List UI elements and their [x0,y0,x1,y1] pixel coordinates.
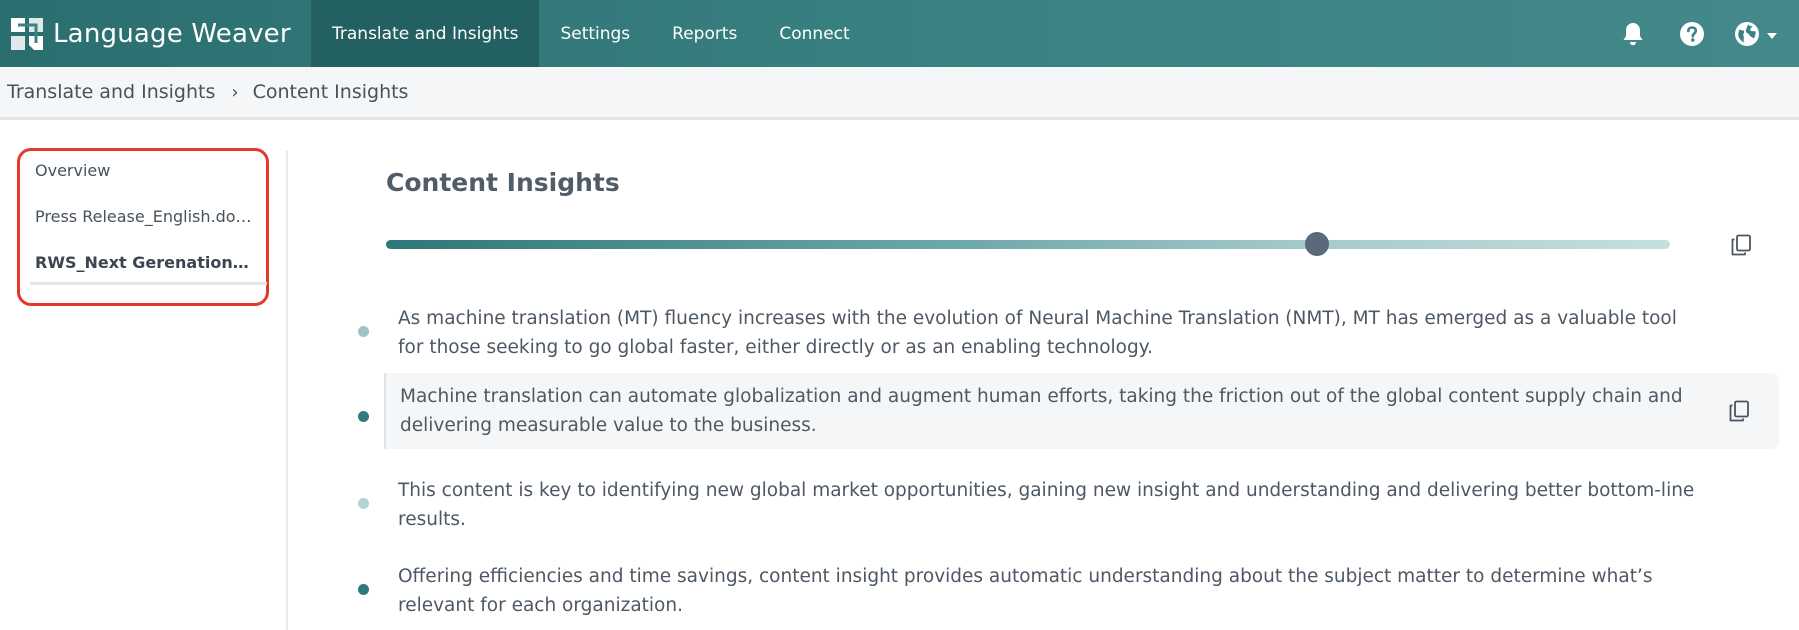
language-weaver-logo-icon [11,17,43,50]
insight-item[interactable]: As machine translation (MT) fluency incr… [384,295,1779,371]
sidebar-item-overview[interactable]: Overview [35,161,253,180]
nav-item-settings[interactable]: Settings [539,0,651,67]
sidebar-item-press-release[interactable]: Press Release_English.docx [35,207,253,226]
nav-item-connect[interactable]: Connect [758,0,870,67]
insight-bullet [358,411,369,422]
main-nav: Translate and Insights Settings Reports … [311,0,871,67]
chevron-down-icon [1767,32,1777,39]
active-item-underline [30,282,267,285]
insight-item[interactable]: Offering efficiencies and time savings, … [384,553,1779,629]
insight-text: Machine translation can automate globali… [400,386,1683,436]
copy-icon[interactable] [1725,397,1753,425]
top-navigation-bar: Language Weaver Translate and Insights S… [0,0,1799,67]
top-icons [1589,0,1777,67]
globe-icon [1735,21,1759,46]
chevron-right-icon: › [231,81,239,103]
breadcrumb-current: Content Insights [252,81,409,103]
document-sidebar: Overview Press Release_English.docx RWS_… [17,148,269,306]
insight-bullet [358,584,369,595]
insight-text: As machine translation (MT) fluency incr… [398,308,1677,358]
bell-icon[interactable] [1618,19,1648,49]
insight-text: This content is key to identifying new g… [398,480,1695,530]
sidebar-divider [286,151,288,630]
insight-bullet [358,498,369,509]
page-title: Content Insights [386,168,620,197]
insight-item-hovered[interactable]: Machine translation can automate globali… [384,373,1779,449]
summary-slider-handle[interactable] [1304,232,1329,256]
breadcrumb-link-translate-and-insights[interactable]: Translate and Insights [7,81,215,103]
copy-all-icon[interactable] [1727,231,1755,259]
help-icon[interactable] [1677,19,1707,49]
insight-item[interactable]: This content is key to identifying new g… [384,467,1779,543]
language-menu[interactable] [1734,21,1777,47]
insight-text: Offering efficiencies and time savings, … [398,566,1653,616]
brand-name: Language Weaver [53,18,291,49]
summary-length-slider[interactable] [386,240,1670,249]
insight-bullet [358,326,369,337]
breadcrumb: Translate and Insights › Content Insight… [0,67,1799,120]
nav-item-reports[interactable]: Reports [651,0,758,67]
sidebar-item-rws-next-generation[interactable]: RWS_Next Gerenation M... [35,253,253,272]
nav-item-translate-and-insights[interactable]: Translate and Insights [311,0,540,67]
brand[interactable]: Language Weaver [0,0,311,67]
